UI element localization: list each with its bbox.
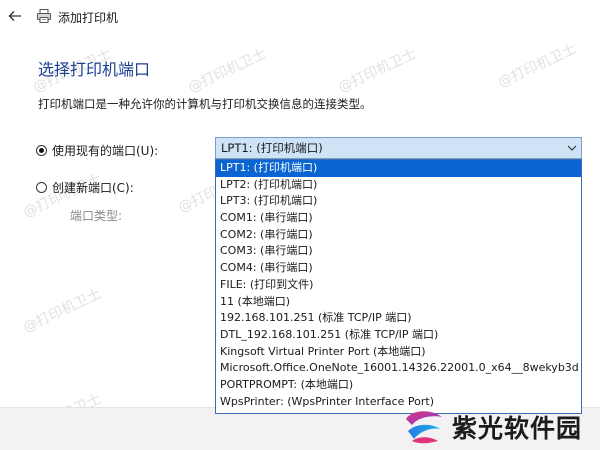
watermark: @打印机卫士 [185,45,269,96]
watermark: @打印机卫士 [335,45,419,96]
radio-indicator-unchecked[interactable] [36,182,47,193]
port-type-label: 端口类型: [70,209,123,223]
printer-icon [37,9,51,23]
combobox-selected-value: LPT1: (打印机端口) [221,141,323,155]
page-description: 打印机端口是一种允许你的计算机与打印机交换信息的连接类型。 [38,97,372,111]
add-printer-dialog: @打印机卫士 @打印机卫士 @打印机卫士 @打印机卫士 @打印机卫士 @打印机卫… [0,0,600,450]
dropdown-option[interactable]: COM4: (串行端口) [216,260,581,277]
logo-mark-icon [406,411,442,444]
logo-text: 紫光软件园 [452,414,583,443]
window-title: 添加打印机 [58,11,119,25]
title-bar: 添加打印机 [0,0,600,34]
port-dropdown-list[interactable]: LPT1: (打印机端口) LPT2: (打印机端口) LPT3: (打印机端口… [215,159,582,414]
use-existing-port-label: 使用现有的端口(U): [52,144,159,158]
dropdown-option[interactable]: 11 (本地端口) [216,294,581,311]
dropdown-option[interactable]: LPT1: (打印机端口) [216,160,581,177]
dropdown-option[interactable]: COM3: (串行端口) [216,243,581,260]
page-heading: 选择打印机端口 [38,60,151,79]
dropdown-option[interactable]: FILE: (打印到文件) [216,277,581,294]
chevron-down-icon [567,145,577,151]
watermark: @打印机卫士 [20,285,104,336]
dropdown-option[interactable]: LPT3: (打印机端口) [216,193,581,210]
dropdown-option[interactable]: 192.168.101.251 (标准 TCP/IP 端口) [216,310,581,327]
radio-indicator-checked[interactable] [36,145,47,156]
dropdown-option[interactable]: DTL_192.168.101.251 (标准 TCP/IP 端口) [216,327,581,344]
combobox-arrow[interactable] [563,138,581,158]
create-new-port-radio[interactable]: 创建新端口(C): [36,179,134,196]
back-button[interactable] [4,5,26,27]
dropdown-option[interactable]: PORTPROMPT: (本地端口) [216,377,581,394]
site-logo: 紫光软件园 [402,404,600,450]
back-arrow-icon [8,11,21,21]
dropdown-option[interactable]: Kingsoft Virtual Printer Port (本地端口) [216,344,581,361]
use-existing-port-radio[interactable]: 使用现有的端口(U): [36,142,158,159]
dropdown-option[interactable]: COM1: (串行端口) [216,210,581,227]
watermark: @打印机卫士 [495,40,579,91]
dropdown-option[interactable]: COM2: (串行端口) [216,227,581,244]
existing-port-combobox[interactable]: LPT1: (打印机端口) [215,137,582,159]
dropdown-option[interactable]: Microsoft.Office.OneNote_16001.14326.220… [216,360,581,377]
create-new-port-label: 创建新端口(C): [52,181,134,195]
dropdown-option[interactable]: LPT2: (打印机端口) [216,177,581,194]
